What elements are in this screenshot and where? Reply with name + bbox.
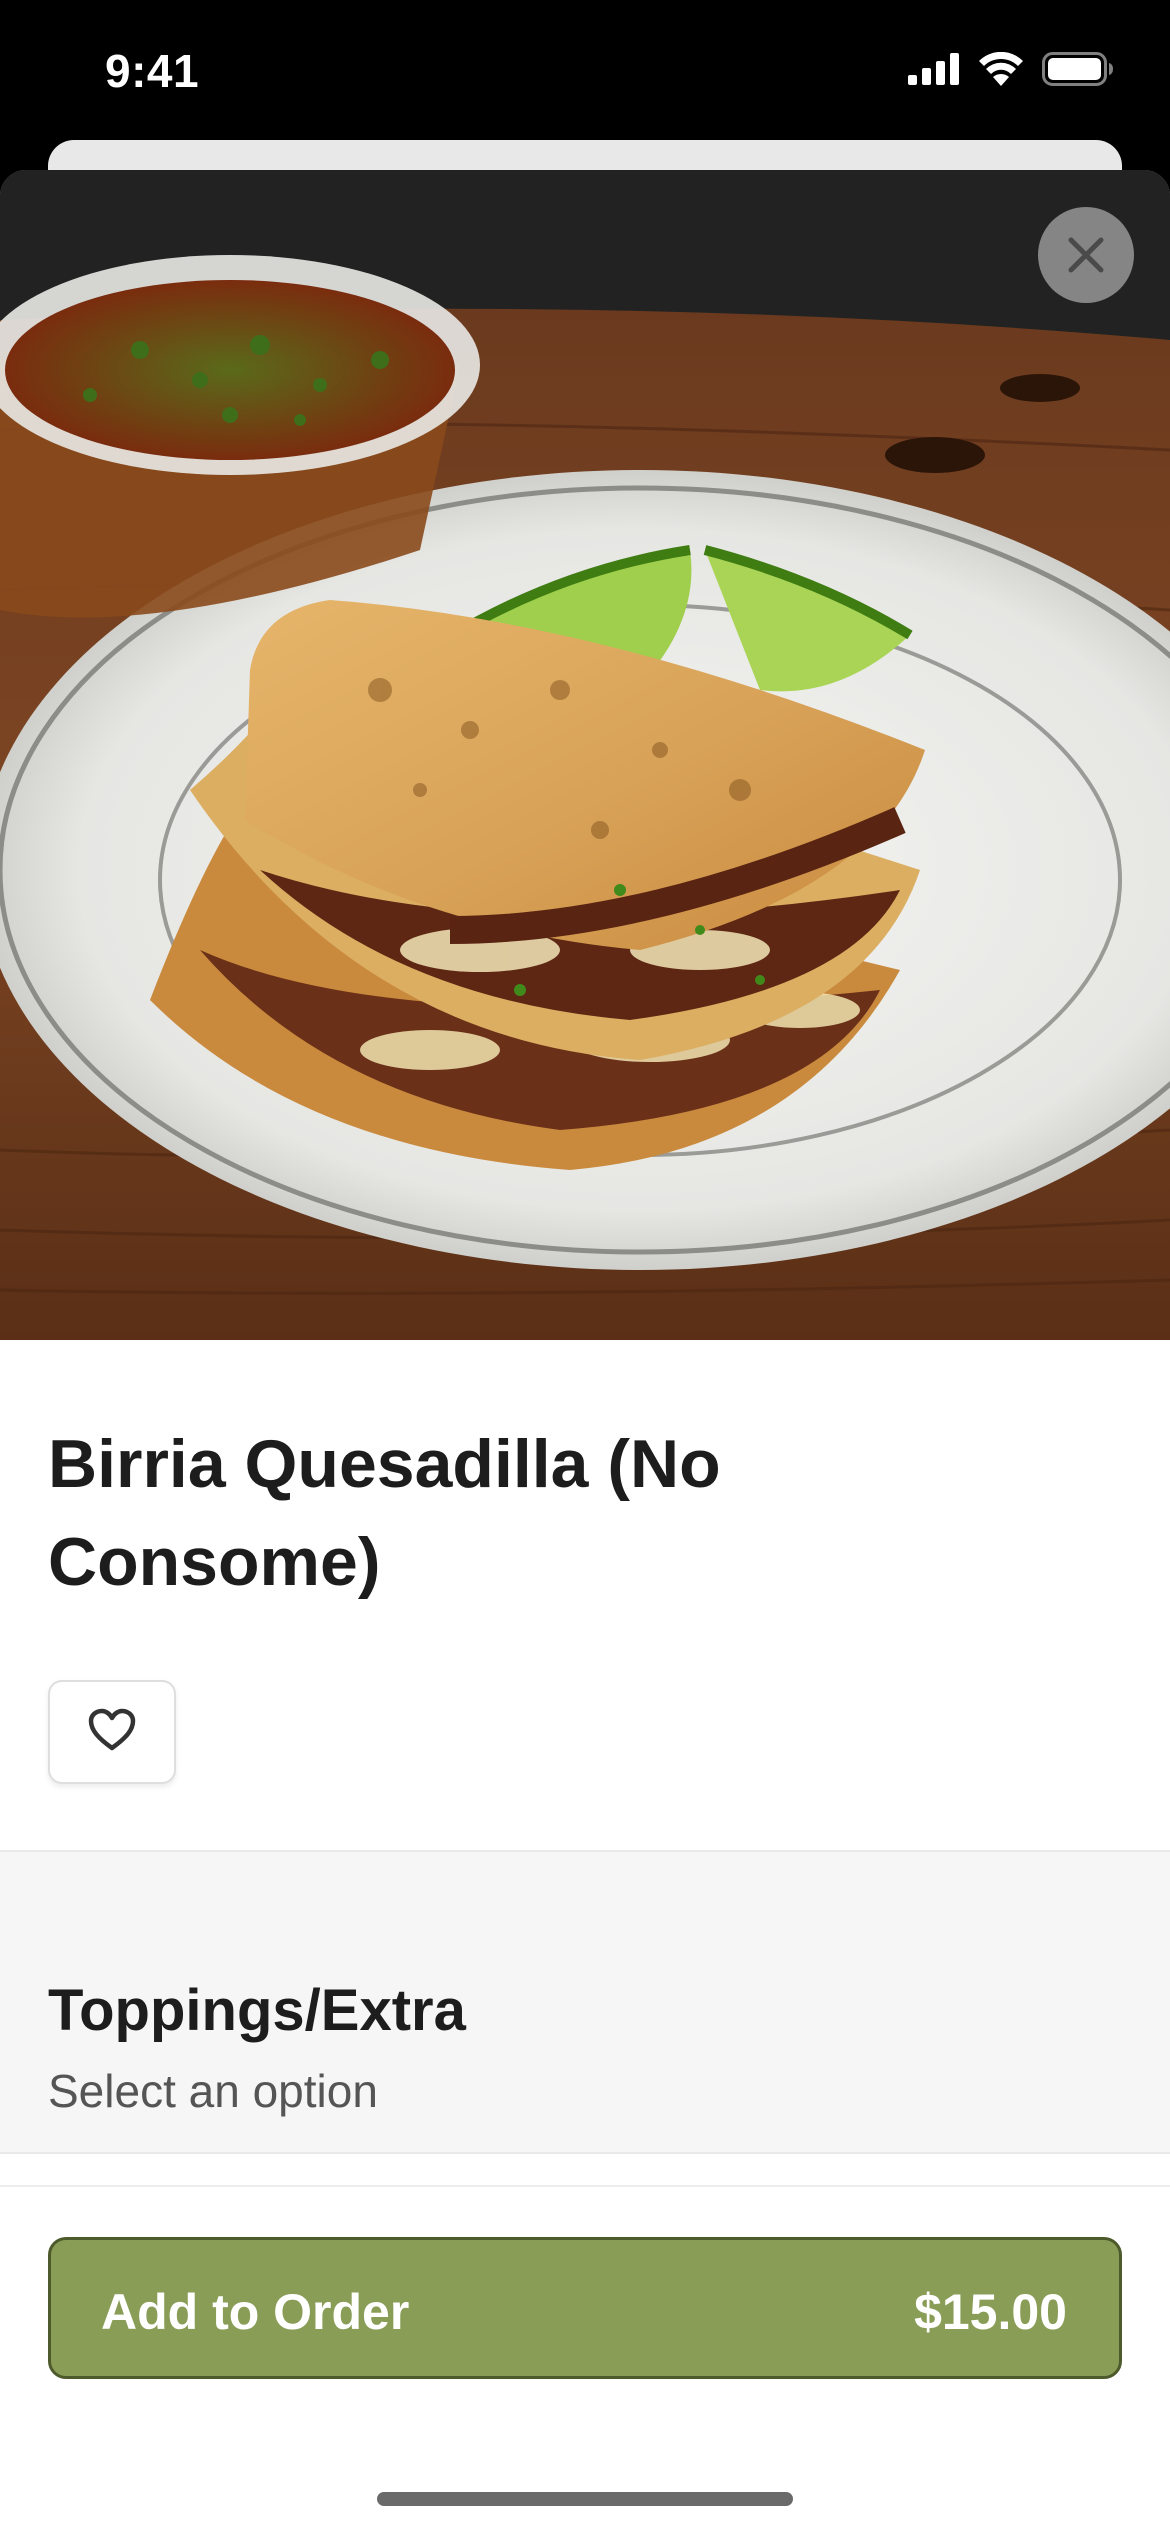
cellular-signal-icon [908, 53, 960, 85]
status-icons [908, 52, 1114, 86]
heart-icon [88, 1708, 136, 1757]
option-group-title: Toppings/Extra [48, 1978, 466, 2043]
favorite-button[interactable] [48, 1680, 176, 1784]
item-detail-sheet: Birria Quesadilla (No Consome) Toppings/… [0, 170, 1170, 2532]
status-time: 9:41 [105, 45, 200, 97]
status-bar: 9:41 [0, 0, 1170, 150]
option-group-subtitle: Select an option [48, 2065, 378, 2117]
item-photo [0, 170, 1170, 1340]
bottom-action-bar: Add to Order $15.00 [0, 2185, 1170, 2532]
close-button[interactable] [1038, 207, 1134, 303]
add-to-order-button[interactable]: Add to Order $15.00 [48, 2237, 1122, 2379]
home-indicator[interactable] [377, 2492, 793, 2506]
toppings-option-group[interactable]: Toppings/Extra Select an option [0, 1850, 1170, 2154]
add-to-order-label: Add to Order [101, 2284, 410, 2340]
wifi-icon [978, 52, 1024, 86]
battery-icon [1042, 52, 1114, 86]
close-icon [1066, 235, 1106, 275]
item-title: Birria Quesadilla (No Consome) [48, 1426, 721, 1600]
add-to-order-price: $15.00 [914, 2284, 1067, 2340]
